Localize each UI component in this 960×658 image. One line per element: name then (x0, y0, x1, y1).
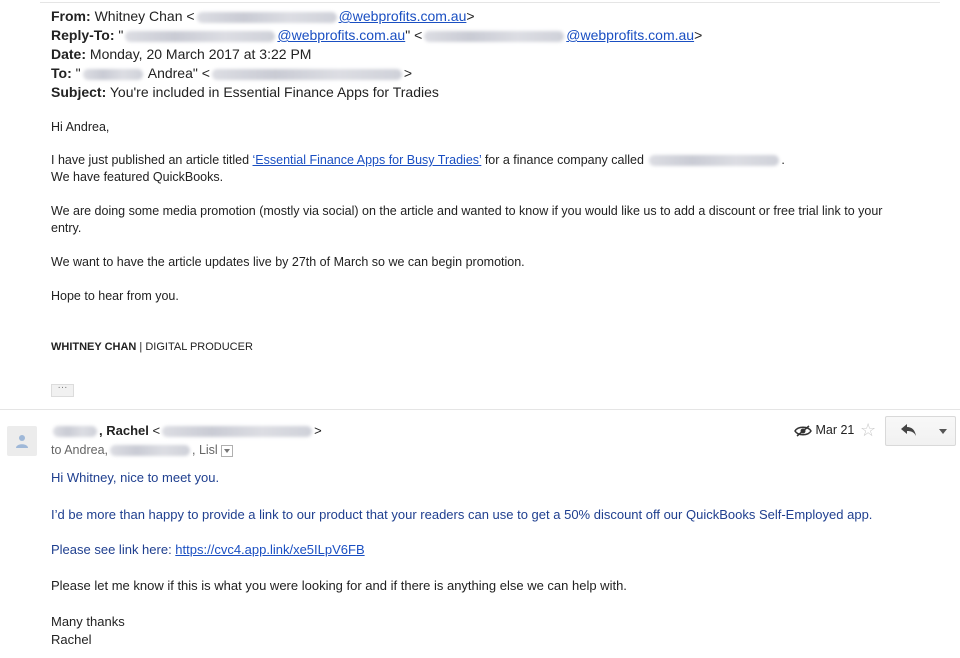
date-label: Date: (51, 46, 87, 62)
original-para2-line1: We are doing some media promotion (mostl… (51, 204, 883, 218)
reply-button[interactable] (885, 416, 933, 446)
reply-para2: Please see link here: https://cvc4.app.l… (51, 542, 365, 557)
original-para3: We want to have the article updates live… (51, 255, 525, 269)
redacted-email[interactable] (211, 68, 402, 80)
subject-value: You're included in Essential Finance App… (109, 84, 439, 100)
reply-to-email-domain[interactable]: @webprofits.com.au (277, 27, 405, 43)
redacted-email (162, 426, 313, 438)
redacted-email (424, 30, 565, 42)
show-trimmed-content-button[interactable]: ··· (51, 383, 74, 397)
avatar[interactable] (7, 426, 37, 456)
promo-link[interactable]: https://cvc4.app.link/xe5ILpV6FB (175, 542, 364, 557)
from-label: From: (51, 8, 91, 24)
person-icon (16, 435, 28, 448)
more-options-button[interactable] (931, 416, 956, 446)
subject-line: Subject: You're included in Essential Fi… (51, 83, 439, 101)
redacted-email (196, 11, 337, 23)
star-icon[interactable]: ☆ (860, 420, 876, 441)
message-date: Mar 21 (815, 423, 855, 437)
reply-icon (901, 424, 916, 436)
reply-closing1: Many thanks (51, 614, 125, 629)
from-line: From: Whitney Chan < @webprofits.com.au> (51, 8, 475, 24)
signature: WHITNEY CHAN | DIGITAL PRODUCER (51, 341, 253, 353)
redacted-name (53, 426, 97, 438)
redacted-email (125, 30, 276, 42)
to-label: To: (51, 65, 72, 81)
reply-closing2: Rachel (51, 632, 92, 647)
to-name: Andrea" < (144, 65, 210, 81)
to-line: To: " Andrea" < > (51, 65, 413, 81)
date-area: Mar 21 (794, 423, 854, 437)
signature-name: WHITNEY CHAN (51, 341, 137, 353)
redacted-company (649, 155, 780, 167)
original-line1: I have just published an article titled … (51, 153, 785, 167)
reply-to-label: Reply-To: (51, 27, 115, 43)
reply-para3: Please let me know if this is what you w… (51, 578, 627, 593)
recipients-line: to Andrea,, Lisl (51, 443, 233, 457)
eye-icon (794, 425, 812, 437)
reply-to-line: Reply-To: " @webprofits.com.au" < @webprof… (51, 27, 703, 43)
subject-label: Subject: (51, 84, 107, 100)
from-email-domain[interactable]: @webprofits.com.au (339, 8, 467, 24)
reply-para1: I’d be more than happy to provide a link… (51, 507, 873, 522)
date-line: Date: Monday, 20 March 2017 at 3:22 PM (51, 45, 311, 63)
reply-to-email-domain-2[interactable]: @webprofits.com.au (566, 27, 694, 43)
reply-greeting: Hi Whitney, nice to meet you. (51, 470, 220, 485)
date-value: Monday, 20 March 2017 at 3:22 PM (89, 46, 312, 62)
original-para4: Hope to hear from you. (51, 289, 179, 303)
top-divider (40, 2, 940, 3)
recipients-dropdown-icon[interactable] (220, 444, 233, 457)
original-line2: We have featured QuickBooks. (51, 170, 224, 184)
redacted-name (110, 445, 190, 457)
signature-title: DIGITAL PRODUCER (145, 341, 253, 353)
original-para2-line2: entry. (51, 221, 82, 235)
message-divider (0, 409, 960, 410)
article-link[interactable]: ‘Essential Finance Apps for Busy Tradies… (253, 153, 482, 167)
from-name: Whitney Chan < (94, 8, 195, 24)
redacted-name (82, 68, 143, 80)
sender-name: , Rachel (99, 423, 149, 438)
original-greeting: Hi Andrea, (51, 120, 110, 134)
sender-line[interactable]: , Rachel < > (51, 423, 322, 438)
